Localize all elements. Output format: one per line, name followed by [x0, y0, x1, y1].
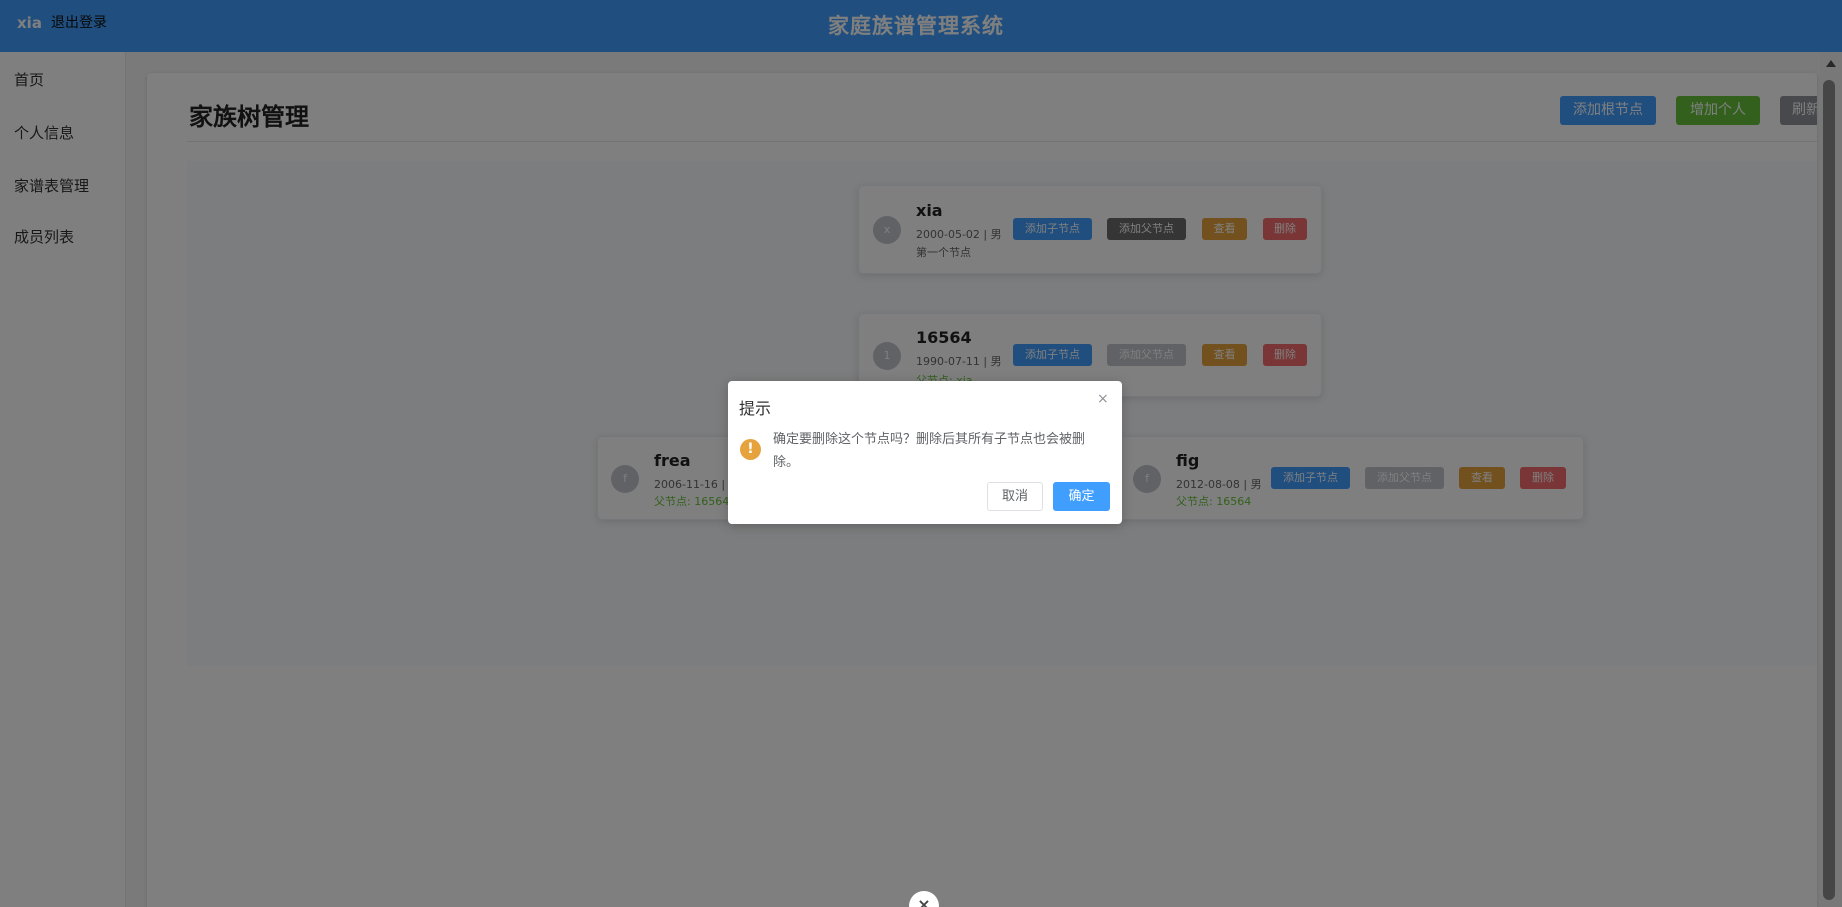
dialog-title: 提示 — [739, 399, 772, 418]
close-icon[interactable]: × — [1097, 391, 1109, 407]
confirm-button[interactable]: 确定 — [1053, 482, 1110, 511]
warning-icon: ! — [740, 439, 761, 460]
dialog-message: 确定要删除这个节点吗？删除后其所有子节点也会被删除。 — [773, 432, 1086, 470]
delete-confirm-dialog: 提示 × ! 确定要删除这个节点吗？删除后其所有子节点也会被删除。 取消 确定 — [728, 381, 1122, 524]
cancel-button[interactable]: 取消 — [987, 482, 1043, 511]
